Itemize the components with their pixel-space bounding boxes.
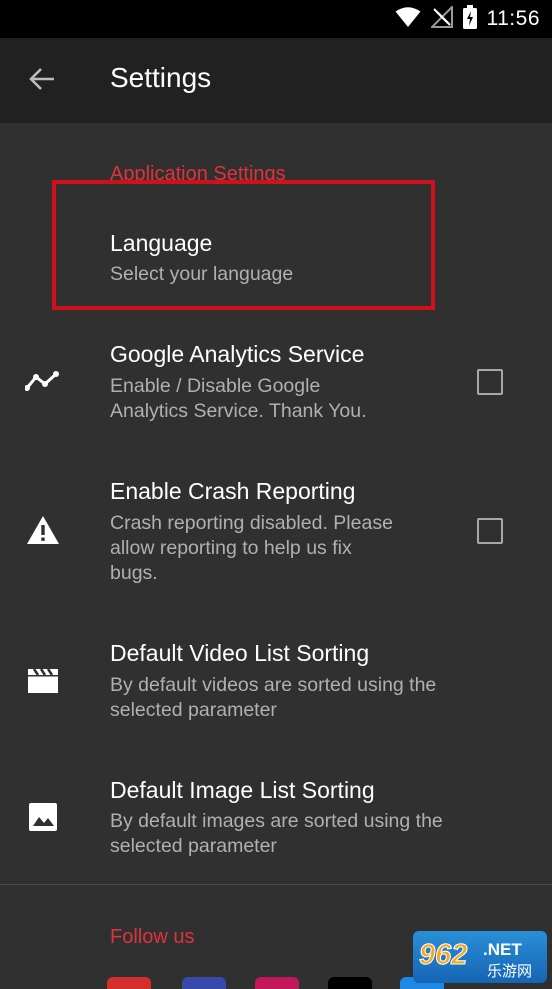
summary-line: By default images are sorted using the <box>110 810 443 832</box>
analytics-line-icon <box>24 362 62 400</box>
image-sorting-summary: By default images are sorted using the s… <box>110 809 443 859</box>
summary-line: selected parameter <box>110 835 277 857</box>
social-button[interactable] <box>182 977 226 989</box>
summary-line: bugs. <box>110 562 158 584</box>
battery-charging-icon <box>462 4 477 34</box>
arrow-back-icon <box>29 67 55 96</box>
back-button[interactable] <box>21 60 63 102</box>
status-time: 11:56 <box>486 7 540 30</box>
google-analytics-summary: Enable / Disable Google Analytics Servic… <box>110 374 367 424</box>
page-title: Settings <box>110 62 212 93</box>
section-header-follow-us: Follow us <box>110 926 195 948</box>
status-bar: 11:56 <box>0 0 552 38</box>
summary-line: Analytics Service. Thank You. <box>110 400 367 422</box>
social-button[interactable] <box>328 977 372 989</box>
summary-line: Crash reporting disabled. Please <box>110 512 393 534</box>
google-analytics-title: Google Analytics Service <box>110 341 365 367</box>
crash-reporting-summary: Crash reporting disabled. Please allow r… <box>110 511 393 586</box>
summary-line: selected parameter <box>110 699 277 721</box>
app-bar: Settings <box>0 38 552 123</box>
svg-text:962: 962 <box>419 939 467 971</box>
warning-icon <box>24 511 62 549</box>
svg-text:乐游网: 乐游网 <box>487 962 532 980</box>
social-button[interactable] <box>107 977 151 989</box>
summary-line: allow reporting to help us fix <box>110 537 352 559</box>
svg-text:.NET: .NET <box>483 940 522 959</box>
image-sorting-title: Default Image List Sorting <box>110 777 375 803</box>
divider <box>0 884 552 885</box>
status-icons: 11:56 <box>395 0 541 38</box>
wifi-icon <box>395 6 421 33</box>
settings-list[interactable]: Application Settings Language Select you… <box>0 123 552 989</box>
movie-icon <box>24 661 62 699</box>
summary-line: By default videos are sorted using the <box>110 674 437 696</box>
image-icon <box>24 798 62 836</box>
social-button[interactable] <box>255 977 299 989</box>
video-sorting-title: Default Video List Sorting <box>110 640 370 666</box>
crash-reporting-title: Enable Crash Reporting <box>110 478 356 504</box>
google-analytics-checkbox[interactable] <box>477 369 503 395</box>
video-sorting-summary: By default videos are sorted using the s… <box>110 673 436 723</box>
no-signal-icon <box>429 4 453 33</box>
summary-line: Enable / Disable Google <box>110 375 321 397</box>
crash-reporting-checkbox[interactable] <box>477 518 503 544</box>
highlight-box <box>52 180 435 310</box>
watermark-logo: 962 .NET 乐游网 <box>413 931 547 983</box>
